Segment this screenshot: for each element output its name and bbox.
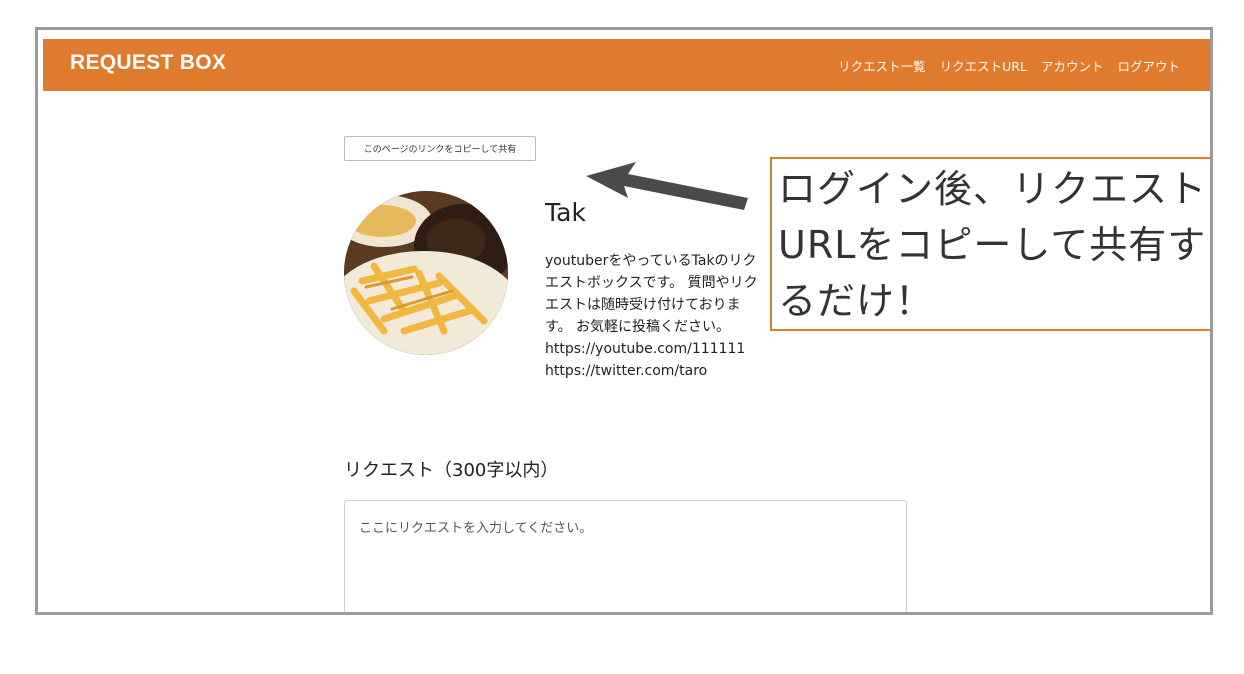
- arrow-left-icon: [586, 162, 748, 210]
- brand-logo[interactable]: REQUEST BOX: [70, 51, 226, 75]
- nav-link-request-list[interactable]: リクエスト一覧: [838, 56, 926, 75]
- avatar: [344, 191, 508, 355]
- navbar: REQUEST BOX リクエスト一覧 リクエストURL アカウント ログアウト: [43, 39, 1210, 91]
- annotation-callout: ログイン後、リクエストURLをコピーして共有するだけ！: [770, 157, 1210, 331]
- nav-link-account[interactable]: アカウント: [1041, 56, 1104, 75]
- nav-links: リクエスト一覧 リクエストURL アカウント ログアウト: [838, 56, 1180, 75]
- nav-link-request-url[interactable]: リクエストURL: [940, 56, 1027, 75]
- nav-link-logout[interactable]: ログアウト: [1117, 56, 1180, 75]
- copy-link-button[interactable]: このページのリンクをコピーして共有: [344, 136, 536, 161]
- request-heading: リクエスト（300字以内）: [344, 460, 559, 481]
- avatar-food-image: [344, 191, 508, 355]
- profile-bio: youtuberをやっているTakのリクエストボックスです。 質問やリクエストは…: [545, 253, 758, 379]
- app-window: REQUEST BOX リクエスト一覧 リクエストURL アカウント ログアウト…: [35, 27, 1213, 615]
- request-input[interactable]: [344, 500, 907, 612]
